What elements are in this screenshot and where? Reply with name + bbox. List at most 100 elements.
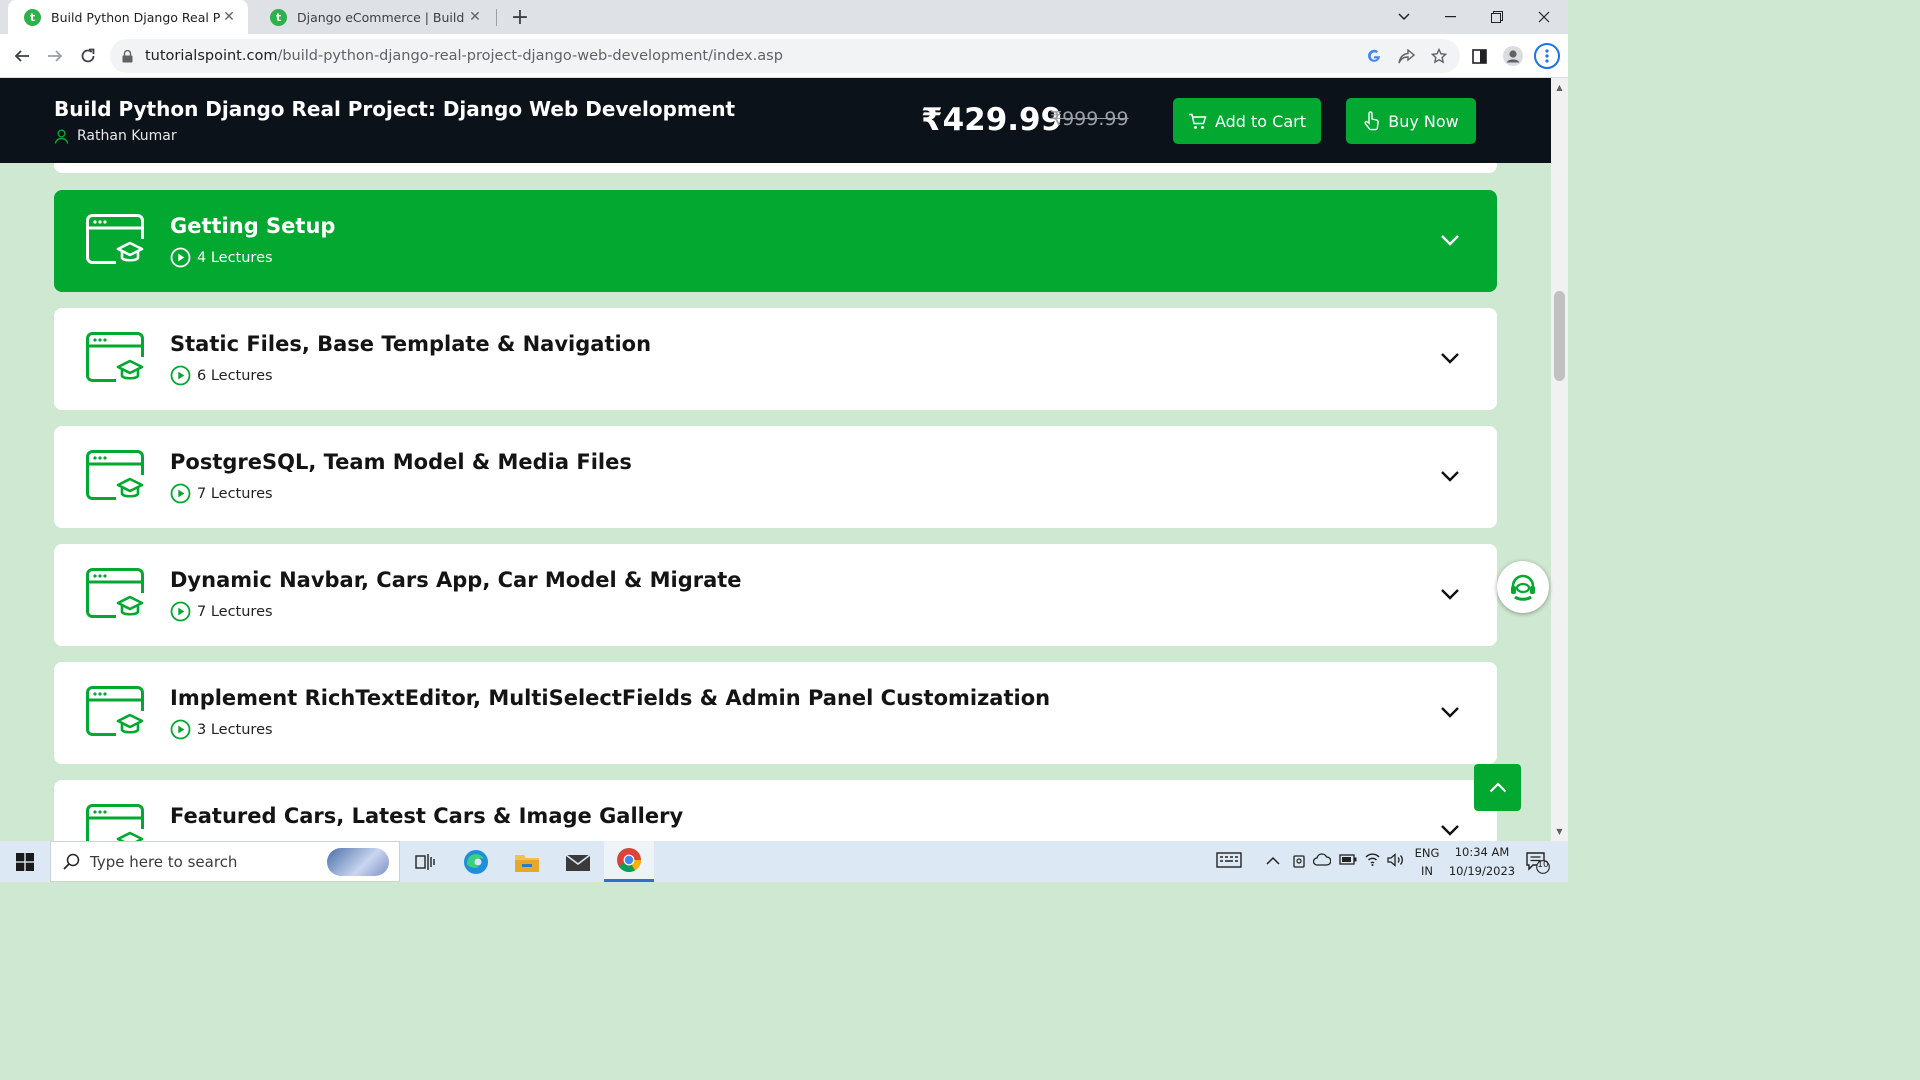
task-view-button[interactable]	[400, 841, 450, 882]
current-price: ₹429.99	[921, 102, 1063, 138]
url-text: tutorialspoint.com/build-python-django-r…	[145, 48, 783, 64]
support-chat-button[interactable]	[1497, 561, 1549, 613]
play-circle-icon	[170, 247, 191, 268]
tab-search-chevron-icon[interactable]	[1381, 0, 1427, 34]
section-lecture-count: 4 Lectures	[170, 247, 273, 268]
url-domain: tutorialspoint.com	[145, 48, 278, 64]
minimize-button[interactable]	[1427, 0, 1473, 34]
previous-section-card-edge	[54, 163, 1497, 173]
taskbar-file-explorer-app[interactable]	[502, 841, 552, 882]
chevron-down-icon[interactable]	[1440, 706, 1460, 718]
clock-date[interactable]: 10/19/2023	[1443, 864, 1521, 878]
address-bar-row: tutorialspoint.com/build-python-django-r…	[0, 34, 1568, 78]
section-title: Static Files, Base Template & Navigation	[170, 332, 652, 356]
search-highlight-image	[327, 848, 389, 876]
wifi-icon[interactable]	[1364, 852, 1381, 871]
course-browser-icon	[86, 214, 146, 270]
lecture-count-text: 6 Lectures	[197, 367, 273, 384]
scroll-up-arrow-icon[interactable]: ▲	[1555, 83, 1564, 92]
play-circle-icon	[170, 719, 191, 740]
close-window-button[interactable]	[1521, 0, 1567, 34]
chevron-down-icon[interactable]	[1440, 352, 1460, 364]
share-icon[interactable]	[1395, 45, 1417, 67]
chevron-down-icon[interactable]	[1440, 824, 1460, 836]
add-to-cart-label: Add to Cart	[1214, 111, 1307, 131]
language-indicator-top[interactable]: ENG	[1413, 846, 1441, 860]
taskbar-search-box[interactable]: Type here to search	[50, 841, 400, 882]
chevron-down-icon[interactable]	[1440, 470, 1460, 482]
volume-icon[interactable]	[1387, 853, 1405, 871]
curriculum-section[interactable]: Static Files, Base Template & Navigation…	[54, 308, 1497, 410]
windows-start-button[interactable]	[0, 841, 50, 882]
side-panel-icon[interactable]	[1468, 45, 1490, 67]
clock-time[interactable]: 10:34 AM	[1447, 845, 1517, 859]
section-title: Implement RichTextEditor, MultiSelectFie…	[170, 686, 1051, 710]
reload-icon[interactable]	[74, 42, 102, 70]
taskbar-chrome-app[interactable]	[604, 841, 654, 882]
course-author[interactable]: Rathan Kumar	[54, 128, 177, 144]
tab-close-icon[interactable]: ✕	[220, 9, 238, 25]
new-tab-button[interactable]: +	[506, 3, 534, 31]
section-title: Featured Cars, Latest Cars & Image Galle…	[170, 804, 684, 828]
lecture-count-text: 3 Lectures	[197, 721, 273, 738]
page-scrollbar[interactable]: ▲ ▼	[1551, 78, 1568, 841]
task-view-icon	[415, 853, 435, 870]
course-title: Build Python Django Real Project: Django…	[54, 97, 736, 121]
curriculum-section[interactable]: Featured Cars, Latest Cars & Image Galle…	[54, 780, 1497, 841]
lock-icon	[122, 49, 133, 62]
taskbar-search-placeholder: Type here to search	[90, 852, 238, 871]
back-arrow-icon[interactable]	[8, 42, 36, 70]
keyboard-layout-icon[interactable]	[1216, 851, 1242, 873]
back-to-top-button[interactable]	[1474, 764, 1521, 811]
browser-tab-bar: t Build Python Django Real Projec ✕ t Dj…	[0, 0, 1568, 34]
browser-tab-active[interactable]: t Build Python Django Real Projec ✕	[8, 0, 248, 34]
taskbar-edge-app[interactable]	[451, 841, 501, 882]
windows-taskbar: Type here to search ENG IN 10:34 AM 10/1…	[0, 841, 1568, 882]
chevron-down-icon[interactable]	[1440, 588, 1460, 600]
notifications-button[interactable]: 10	[1526, 852, 1552, 878]
chrome-menu-icon[interactable]	[1534, 43, 1560, 69]
tab-close-icon[interactable]: ✕	[466, 9, 484, 25]
section-title: Dynamic Navbar, Cars App, Car Model & Mi…	[170, 568, 742, 592]
bookmark-star-icon[interactable]	[1428, 45, 1450, 67]
scroll-down-arrow-icon[interactable]: ▼	[1555, 827, 1564, 836]
section-title: PostgreSQL, Team Model & Media Files	[170, 450, 632, 474]
course-sticky-header: Build Python Django Real Project: Django…	[0, 78, 1551, 163]
url-path: /build-python-django-real-project-django…	[277, 48, 783, 64]
battery-icon[interactable]	[1339, 854, 1357, 869]
play-circle-icon	[170, 365, 191, 386]
buy-now-button[interactable]: Buy Now	[1346, 98, 1476, 144]
lecture-count-text: 4 Lectures	[197, 249, 273, 266]
profile-avatar-icon[interactable]	[1502, 45, 1524, 67]
chevron-down-icon[interactable]	[1440, 234, 1460, 246]
course-browser-icon	[86, 804, 146, 841]
restore-button[interactable]	[1474, 0, 1520, 34]
curriculum-section[interactable]: Dynamic Navbar, Cars App, Car Model & Mi…	[54, 544, 1497, 646]
omnibox[interactable]: tutorialspoint.com/build-python-django-r…	[110, 39, 1460, 73]
edge-browser-icon	[464, 849, 488, 874]
onedrive-cloud-icon[interactable]	[1312, 853, 1332, 870]
buy-now-label: Buy Now	[1388, 111, 1459, 131]
curriculum-section[interactable]: Getting Setup 4 Lectures	[54, 190, 1497, 292]
google-lens-icon[interactable]	[1363, 45, 1385, 67]
course-browser-icon	[86, 450, 146, 506]
taskbar-mail-app[interactable]	[553, 841, 603, 882]
course-browser-icon	[86, 686, 146, 742]
section-lecture-count: 6 Lectures	[170, 365, 273, 386]
course-browser-icon	[86, 332, 146, 388]
headset-icon	[1507, 571, 1539, 603]
windows-logo-icon	[16, 852, 34, 871]
meet-now-icon[interactable]	[1292, 853, 1306, 873]
browser-tab-inactive[interactable]: t Django eCommerce | Build Adva ✕	[254, 0, 494, 34]
curriculum-section[interactable]: PostgreSQL, Team Model & Media Files 7 L…	[54, 426, 1497, 528]
tab-title: Django eCommerce | Build Adva	[297, 9, 466, 25]
chevron-up-icon	[1489, 782, 1506, 793]
show-hidden-icons-chevron-icon[interactable]	[1266, 854, 1280, 869]
scrollbar-thumb[interactable]	[1554, 291, 1565, 381]
tab-separator	[496, 9, 497, 26]
curriculum-section[interactable]: Implement RichTextEditor, MultiSelectFie…	[54, 662, 1497, 764]
add-to-cart-button[interactable]: Add to Cart	[1173, 98, 1321, 144]
play-circle-icon	[170, 601, 191, 622]
language-indicator-bottom[interactable]: IN	[1413, 864, 1441, 878]
forward-arrow-icon[interactable]	[41, 42, 69, 70]
